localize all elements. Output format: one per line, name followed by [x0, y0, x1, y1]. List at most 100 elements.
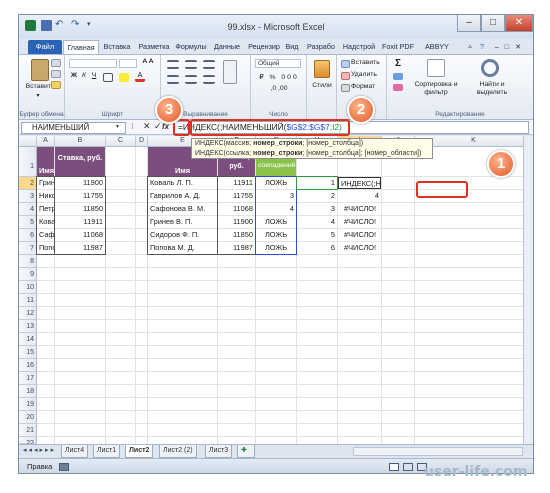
table2-rate-cell[interactable]: 11900	[218, 216, 255, 228]
sheet-tab-active[interactable]: Лист2	[125, 445, 154, 458]
row-header-17[interactable]: 17	[19, 372, 37, 385]
tooltip-line-2[interactable]: ИНДЕКС(ссылка; номер_строки; [номер_стол…	[195, 149, 429, 159]
table2-rate-cell[interactable]: 11850	[218, 229, 255, 241]
table2-name-cell[interactable]: Сидоров Ф. П.	[148, 229, 217, 241]
enter-icon[interactable]: ✓	[154, 121, 162, 132]
result-cell[interactable]: #ЧИСЛО!	[338, 242, 381, 254]
row-header-10[interactable]: 10	[19, 281, 37, 294]
fill-color-icon[interactable]	[119, 73, 129, 82]
table1-name-cell[interactable]: Сафронова В. М.	[37, 229, 54, 241]
align-top-icon[interactable]	[167, 60, 179, 69]
styles-button[interactable]: Стили	[307, 82, 337, 89]
table1-rate-cell[interactable]: 11850	[55, 203, 105, 215]
delete-cells-icon[interactable]	[341, 72, 350, 80]
column-header-b[interactable]: B	[55, 136, 106, 147]
row-header-15[interactable]: 15	[19, 346, 37, 359]
align-center-icon[interactable]	[185, 75, 197, 84]
align-left-icon[interactable]	[167, 75, 179, 84]
table2-rate-cell[interactable]: 11068	[218, 203, 255, 215]
select-all-corner[interactable]	[19, 136, 37, 147]
tab-formulas[interactable]: Формулы	[173, 40, 209, 54]
row-header-14[interactable]: 14	[19, 333, 37, 346]
sheet-tab-2[interactable]: Лист1	[93, 445, 121, 458]
copy-icon[interactable]	[51, 70, 61, 78]
table1-rate-cell[interactable]: 11755	[55, 190, 105, 202]
row-header-7[interactable]: 7	[19, 242, 37, 255]
table2-name-cell[interactable]: Гринев В. П.	[148, 216, 217, 228]
normal-view-icon[interactable]	[389, 463, 399, 471]
sheet-tab-1[interactable]: Лист4	[61, 445, 89, 458]
autosum-icon[interactable]: Σ	[393, 58, 403, 69]
borders-icon[interactable]	[103, 73, 113, 82]
grow-font-icon[interactable]: A A	[139, 58, 157, 65]
result-cell[interactable]: #ЧИСЛО!	[338, 203, 381, 215]
column-header-c[interactable]: C	[106, 136, 136, 147]
maximize-button[interactable]: □	[481, 15, 505, 32]
table1-header-name[interactable]: Имя	[37, 147, 54, 176]
table1-name-cell[interactable]: Попова М. Д.	[37, 242, 54, 254]
row-header-19[interactable]: 19	[19, 398, 37, 411]
cancel-entry-icon[interactable]: ✕	[143, 121, 151, 132]
tab-insert[interactable]: Вставка	[99, 40, 135, 54]
table2-name-cell[interactable]: Гаврилов А. Д.	[148, 190, 217, 202]
row-header-2[interactable]: 2	[19, 177, 37, 190]
table2-name-cell[interactable]: Сафонова В. М.	[148, 203, 217, 215]
decimal-icon[interactable]: ,0 ,00	[255, 85, 303, 92]
workbook-window-controls[interactable]: –□✕	[491, 40, 531, 54]
row-header-6[interactable]: 6	[19, 229, 37, 242]
table1-name-cell[interactable]: Гринев В. П.	[37, 177, 54, 189]
table1-rate-cell[interactable]: 11987	[55, 242, 105, 254]
font-size-select[interactable]	[119, 59, 137, 68]
row-header-20[interactable]: 20	[19, 411, 37, 424]
tab-review[interactable]: Рецензир	[245, 40, 283, 54]
number-format-select[interactable]: Общий	[255, 59, 301, 68]
row-header-1[interactable]: 1	[19, 147, 37, 177]
close-button[interactable]: ✕	[505, 15, 533, 32]
tab-view[interactable]: Вид	[283, 40, 301, 54]
sheet-tab-4[interactable]: Лист2 (2)	[159, 445, 197, 458]
tab-addins[interactable]: Надстрой	[340, 40, 378, 54]
underline-icon[interactable]: Ч	[89, 72, 99, 79]
fill-icon[interactable]	[393, 73, 403, 80]
paste-icon[interactable]	[31, 59, 49, 81]
row-header-4[interactable]: 4	[19, 203, 37, 216]
row-header-11[interactable]: 11	[19, 294, 37, 307]
index-cell[interactable]: 6	[297, 242, 337, 254]
delete-button[interactable]: Удалить	[351, 71, 385, 78]
merge-cells-icon[interactable]	[223, 60, 237, 84]
styles-icon[interactable]	[314, 60, 330, 78]
row-header-12[interactable]: 12	[19, 307, 37, 320]
index-cell[interactable]: 3	[297, 203, 337, 215]
result-cell[interactable]: #ЧИСЛО!	[338, 229, 381, 241]
table1-rate-cell[interactable]: 11911	[55, 216, 105, 228]
tab-file[interactable]: Файл	[28, 40, 62, 54]
row-header-9[interactable]: 9	[19, 268, 37, 281]
sheet-nav-icon[interactable]: ◂◂◂▸▸▸	[23, 446, 56, 454]
format-painter-icon[interactable]	[51, 81, 61, 89]
tooltip-line-1[interactable]: ИНДЕКС(массив; номер_строки; [номер_стол…	[195, 139, 429, 149]
cut-icon[interactable]	[51, 59, 61, 67]
tab-foxit-pdf[interactable]: Foxit PDF	[379, 40, 417, 54]
result-cell[interactable]: ИНДЕКС(;НА	[338, 177, 381, 189]
horizontal-scrollbar[interactable]	[353, 447, 523, 456]
tab-home[interactable]: Главная	[63, 40, 99, 54]
name-box-dropdown-icon[interactable]: ▾	[116, 123, 119, 130]
row-header-5[interactable]: 5	[19, 216, 37, 229]
tab-data[interactable]: Данные	[209, 40, 245, 54]
percent-icon[interactable]: ₽ % 000	[255, 73, 303, 81]
index-cell[interactable]: 2	[297, 190, 337, 202]
table1-rate-cell[interactable]: 11068	[55, 229, 105, 241]
table1-name-cell[interactable]: Коваль Л. П.	[37, 216, 54, 228]
font-name-select[interactable]	[69, 59, 117, 68]
row-header-22[interactable]: 22	[19, 437, 37, 447]
row-header-3[interactable]: 3	[19, 190, 37, 203]
find-select-button[interactable]: Найти и выделить	[465, 81, 519, 97]
format-button[interactable]: Формат	[351, 83, 385, 90]
font-color-icon[interactable]: A	[135, 72, 145, 82]
align-middle-icon[interactable]	[185, 60, 197, 69]
row-header-8[interactable]: 8	[19, 255, 37, 268]
sort-filter-icon[interactable]	[427, 59, 445, 77]
format-cells-icon[interactable]	[341, 84, 350, 92]
paste-dropdown-icon[interactable]: ▾	[33, 92, 43, 99]
table2-rate-cell[interactable]: 11987	[218, 242, 255, 254]
